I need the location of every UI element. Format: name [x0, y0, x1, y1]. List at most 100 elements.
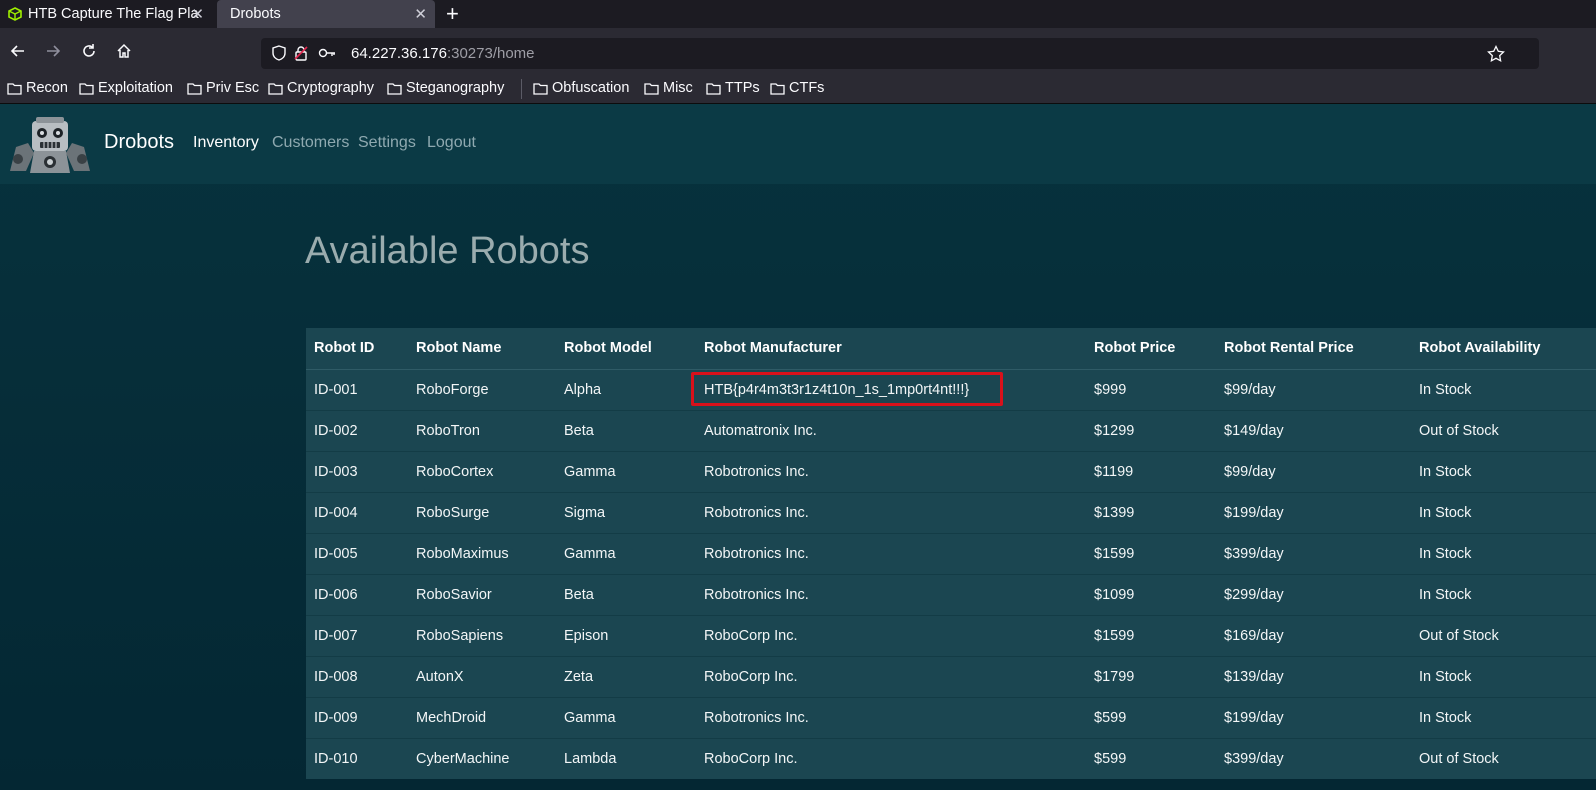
- table-cell: ID-007: [306, 614, 408, 656]
- table-row: ID-004 RoboSurge Sigma Robotronics Inc. $139…: [306, 491, 1596, 533]
- table-cell: RoboCortex: [408, 450, 556, 492]
- url-text[interactable]: 64.227.36.176:30273/home: [351, 45, 535, 62]
- table-cell: Robotronics Inc.: [696, 696, 1086, 738]
- table-cell: ID-005: [306, 532, 408, 574]
- column-header: Robot Price: [1086, 328, 1216, 370]
- table-cell: ID-001: [306, 368, 408, 410]
- table-cell: Robotronics Inc.: [696, 450, 1086, 492]
- table-cell: ID-003: [306, 450, 408, 492]
- key-icon[interactable]: [318, 45, 336, 61]
- folder-icon: [644, 82, 659, 95]
- table-cell: Robotronics Inc.: [696, 491, 1086, 533]
- robot-logo[interactable]: [6, 113, 94, 175]
- table-cell: Out of Stock: [1411, 614, 1596, 656]
- bookmark-priv-esc[interactable]: Priv Esc: [187, 80, 259, 96]
- table-cell: In Stock: [1411, 655, 1596, 697]
- table-cell: RoboSavior: [408, 573, 556, 615]
- table-cell: RoboCorp Inc.: [696, 737, 1086, 779]
- table-cell: ID-010: [306, 737, 408, 779]
- nav-settings[interactable]: Settings: [358, 134, 416, 152]
- table-cell: CyberMachine: [408, 737, 556, 779]
- tab-drobots[interactable]: Drobots ✕: [217, 0, 435, 28]
- column-header: Robot Manufacturer: [696, 328, 1086, 370]
- bookmark-misc[interactable]: Misc: [644, 80, 693, 96]
- table-cell: $599: [1086, 737, 1216, 779]
- table-cell: MechDroid: [408, 696, 556, 738]
- table-row: ID-002 RoboTron Beta Automatronix Inc. $1299…: [306, 409, 1596, 451]
- table-cell: AutonX: [408, 655, 556, 697]
- tab-htb[interactable]: HTB Capture The Flag Pla ✕: [0, 0, 212, 28]
- lock-slash-icon[interactable]: [293, 45, 309, 61]
- column-header: Robot Name: [408, 328, 556, 370]
- url-path: :30273/home: [446, 45, 535, 62]
- reload-icon[interactable]: [78, 40, 100, 62]
- plus-icon[interactable]: +: [446, 2, 459, 26]
- htb-cube-icon: [8, 7, 22, 21]
- close-icon[interactable]: ✕: [191, 5, 204, 23]
- column-header: Robot ID: [306, 328, 408, 370]
- brand-name[interactable]: Drobots: [104, 131, 174, 154]
- page-title: Available Robots: [305, 230, 590, 272]
- table-cell: Lambda: [556, 737, 696, 779]
- table-cell: Robotronics Inc.: [696, 532, 1086, 574]
- table-cell: RoboCorp Inc.: [696, 614, 1086, 656]
- table-row: ID-008 AutonX Zeta RoboCorp Inc. $1799 $139/d…: [306, 655, 1596, 697]
- table-cell: In Stock: [1411, 368, 1596, 410]
- nav-customers[interactable]: Customers: [272, 134, 349, 152]
- bookmark-steganography[interactable]: Steganography: [387, 80, 504, 96]
- page-content: Drobots Inventory Customers Settings Log…: [0, 105, 1596, 790]
- table-cell: $299/day: [1216, 573, 1411, 615]
- forward-arrow-icon[interactable]: [42, 40, 64, 62]
- table-cell: Out of Stock: [1411, 737, 1596, 779]
- bookmark-label: TTPs: [725, 80, 760, 96]
- table-row: ID-007 RoboSapiens Epison RoboCorp Inc. $159…: [306, 614, 1596, 656]
- folder-icon: [7, 82, 22, 95]
- table-row: ID-010 CyberMachine Lambda RoboCorp Inc. $59…: [306, 737, 1596, 779]
- table-cell: Alpha: [556, 368, 696, 410]
- shield-icon[interactable]: [271, 45, 287, 61]
- bookmark-obfuscation[interactable]: Obfuscation: [533, 80, 629, 96]
- nav-logout[interactable]: Logout: [427, 134, 476, 152]
- bookmark-ttps[interactable]: TTPs: [706, 80, 760, 96]
- table-cell: ID-004: [306, 491, 408, 533]
- url-host: 64.227.36.176: [351, 45, 447, 62]
- bookmark-cryptography[interactable]: Cryptography: [268, 80, 374, 96]
- table-cell: In Stock: [1411, 491, 1596, 533]
- bookmark-ctfs[interactable]: CTFs: [770, 80, 824, 96]
- column-header: Robot Availability: [1411, 328, 1596, 370]
- home-icon[interactable]: [113, 40, 135, 62]
- bookmark-label: Priv Esc: [206, 80, 260, 96]
- folder-icon: [187, 82, 202, 95]
- bookmark-label: Steganography: [406, 80, 505, 96]
- address-bar[interactable]: 64.227.36.176:30273/home: [261, 38, 1539, 69]
- folder-icon: [268, 82, 283, 95]
- table-cell: ID-006: [306, 573, 408, 615]
- table-cell: ID-002: [306, 409, 408, 451]
- folder-icon: [770, 82, 785, 95]
- table-header-row: Robot ID Robot Name Robot Model Robot Ma…: [306, 328, 1596, 370]
- bookmark-label: Exploitation: [98, 80, 173, 96]
- bookmark-label: Obfuscation: [552, 80, 630, 96]
- table-cell: RoboSapiens: [408, 614, 556, 656]
- table-cell: $1199: [1086, 450, 1216, 492]
- table-row: ID-005 RoboMaximus Gamma Robotronics Inc. $1…: [306, 532, 1596, 574]
- table-cell: Gamma: [556, 696, 696, 738]
- table-row: ID-003 RoboCortex Gamma Robotronics Inc. $11…: [306, 450, 1596, 492]
- table-cell: $169/day: [1216, 614, 1411, 656]
- back-arrow-icon[interactable]: [7, 40, 29, 62]
- nav-inventory[interactable]: Inventory: [193, 134, 259, 152]
- table-cell: $139/day: [1216, 655, 1411, 697]
- tab-strip: HTB Capture The Flag Pla ✕ Drobots ✕ +: [0, 0, 1596, 28]
- table-cell: RoboTron: [408, 409, 556, 451]
- folder-icon: [387, 82, 402, 95]
- table-cell: In Stock: [1411, 450, 1596, 492]
- bookmark-recon[interactable]: Recon: [7, 80, 68, 96]
- star-icon[interactable]: [1487, 45, 1505, 63]
- close-icon[interactable]: ✕: [414, 5, 427, 23]
- table-cell: $1599: [1086, 532, 1216, 574]
- table-cell: RoboForge: [408, 368, 556, 410]
- column-header: Robot Rental Price: [1216, 328, 1411, 370]
- bookmark-exploitation[interactable]: Exploitation: [79, 80, 173, 96]
- table-cell: Out of Stock: [1411, 409, 1596, 451]
- table-cell: Gamma: [556, 450, 696, 492]
